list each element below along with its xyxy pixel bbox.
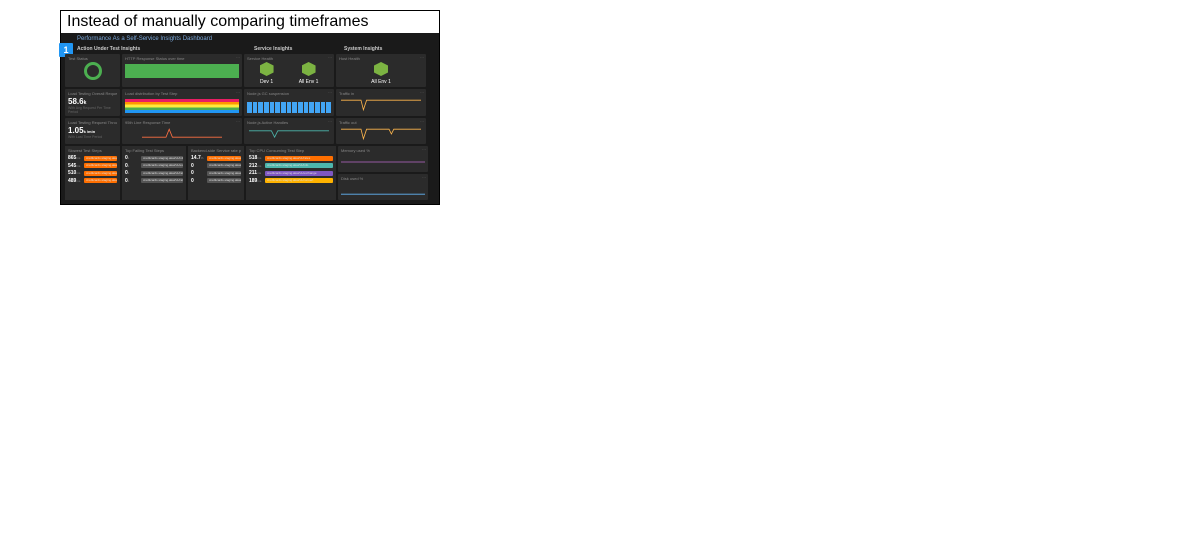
list-item[interactable]: 211mscreditcards.staging.akat/v1/exchang…: [249, 170, 333, 176]
chart-95th: [125, 126, 239, 142]
menu-icon[interactable]: ⋯: [422, 147, 426, 152]
card-memory[interactable]: ⋯ Memory used %: [338, 146, 428, 172]
menu-icon[interactable]: ⋯: [422, 175, 426, 180]
list-item[interactable]: 189mscreditcards.staging.akat/v1/convert: [249, 178, 333, 184]
chart-traffic-in: [339, 97, 423, 113]
list-item[interactable]: 545mscreditcards.staging.akat.s...: [68, 163, 117, 169]
hexagon-icon: [302, 62, 316, 76]
slide-title: Instead of manually comparing timeframes: [61, 11, 439, 33]
section-service: Service Insights: [254, 46, 342, 52]
card-test-status[interactable]: Test Status: [65, 54, 120, 87]
section-action: Action Under Test Insights: [77, 46, 252, 52]
menu-icon[interactable]: ⋯: [236, 55, 240, 60]
card-http-status[interactable]: ⋯ HTTP Response Status over time: [122, 54, 242, 87]
card-handles[interactable]: ⋯ Node.js Active Handles: [244, 118, 334, 144]
slide-container: Instead of manually comparing timeframes…: [60, 10, 440, 205]
section-headers: Action Under Test Insights Service Insig…: [65, 46, 435, 52]
dashboard: 1 Performance As a Self-Service Insights…: [61, 33, 439, 204]
menu-icon[interactable]: ⋯: [420, 90, 424, 95]
chart-traffic-out: [339, 126, 423, 142]
card-host-health[interactable]: ⋯ Host Health All Env 1: [336, 54, 426, 87]
list-item[interactable]: 0xcreditcards.staging.akat/v1/rates: [125, 178, 183, 184]
list-item[interactable]: 14.7%creditcards.staging.akat/v1/rates: [191, 155, 241, 161]
list-item[interactable]: 518mscreditcards.staging.akat/v1/rates: [249, 155, 333, 161]
donut-icon: [84, 62, 102, 80]
menu-icon[interactable]: ⋯: [236, 90, 240, 95]
card-slowest[interactable]: Slowest Test Steps 865mscreditcards.stag…: [65, 146, 120, 200]
section-system: System Insights: [344, 46, 432, 52]
card-errors[interactable]: Backend-side Service rate per Test step …: [188, 146, 244, 200]
chart-mem: [341, 154, 425, 170]
card-failing[interactable]: Top Failing Test Steps 0xcreditcards.sta…: [122, 146, 186, 200]
list-item[interactable]: 489mscreditcards.staging.akat.s...: [68, 178, 117, 184]
card-throughput[interactable]: Load Testing Request Throughput 1.05k /m…: [65, 118, 120, 144]
list-item[interactable]: 0xcreditcards.staging.akat/v1/rates: [125, 170, 183, 176]
card-system-stack: ⋯ Memory used % ⋯ Disk used %: [338, 146, 428, 200]
chart-stacked: [125, 97, 239, 113]
card-load-dist[interactable]: ⋯ Load distribution by Test Step: [122, 89, 242, 116]
list-item[interactable]: 212mscreditcards.staging.akat/v1/info: [249, 163, 333, 169]
hexagon-icon: [260, 62, 274, 76]
chart-handles: [247, 126, 331, 142]
dashboard-title: Performance As a Self-Service Insights D…: [77, 36, 435, 42]
card-disk[interactable]: ⋯ Disk used %: [338, 174, 428, 200]
list-item[interactable]: 0xcreditcards.staging.akat/v1/info: [125, 155, 183, 161]
list-item[interactable]: 510mscreditcards.staging.akat.s...: [68, 170, 117, 176]
list-item[interactable]: 0creditcards.staging.akat/v1/convert: [191, 178, 241, 184]
chart-gc: [247, 97, 331, 113]
row-1: Test Status ⋯ HTTP Response Status over …: [65, 54, 435, 87]
card-response-time[interactable]: ⋯ 95th Line Response Time: [122, 118, 242, 144]
card-service-health[interactable]: ⋯ Service Health Dev 1 All Env 1: [244, 54, 334, 87]
list-item[interactable]: 865mscreditcards.staging.akat.s...: [68, 155, 117, 161]
row-3: Load Testing Request Throughput 1.05k /m…: [65, 118, 435, 144]
card-gc[interactable]: ⋯ Node.js GC suspension: [244, 89, 334, 116]
list-item[interactable]: 0creditcards.staging.akat/v1/info: [191, 163, 241, 169]
card-cpu[interactable]: Top CPU Consuming Test Step 518mscreditc…: [246, 146, 336, 200]
menu-icon[interactable]: ⋯: [236, 119, 240, 124]
list-item[interactable]: 0creditcards.staging.akat/v1/exchange: [191, 170, 241, 176]
menu-icon[interactable]: ⋯: [420, 119, 424, 124]
card-request-count[interactable]: Load Testing Overall Request count 58.6k…: [65, 89, 120, 116]
menu-icon[interactable]: ⋯: [328, 55, 332, 60]
menu-icon[interactable]: ⋯: [328, 119, 332, 124]
card-traffic-in[interactable]: ⋯ Traffic in: [336, 89, 426, 116]
row-2: Load Testing Overall Request count 58.6k…: [65, 89, 435, 116]
chart-disk: [341, 182, 425, 198]
row-bottom: Slowest Test Steps 865mscreditcards.stag…: [65, 146, 435, 200]
menu-icon[interactable]: ⋯: [420, 55, 424, 60]
menu-icon[interactable]: ⋯: [328, 90, 332, 95]
hexagon-icon: [374, 62, 388, 76]
chart-http: [125, 62, 239, 78]
card-traffic-out[interactable]: ⋯ Traffic out: [336, 118, 426, 144]
list-item[interactable]: 0xcreditcards.staging.akat/v1/exchange: [125, 163, 183, 169]
